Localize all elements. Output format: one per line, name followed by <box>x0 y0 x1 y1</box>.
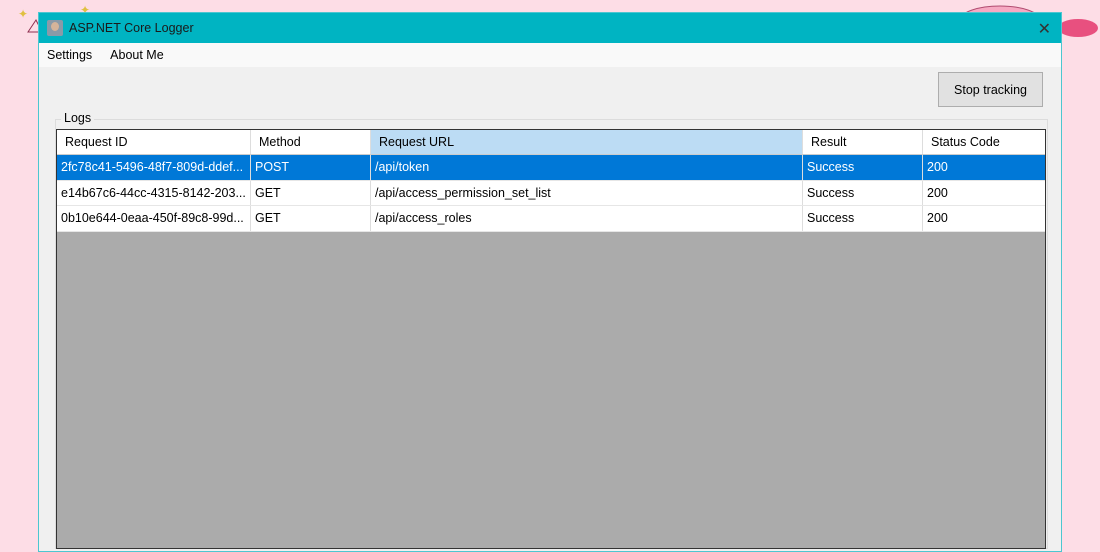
stop-tracking-button[interactable]: Stop tracking <box>938 72 1043 107</box>
menu-settings[interactable]: Settings <box>47 48 92 62</box>
cell-method: POST <box>251 155 371 180</box>
svg-text:✦: ✦ <box>18 7 28 21</box>
cell-result: Success <box>803 206 923 231</box>
cell-method: GET <box>251 180 371 205</box>
app-window: ASP.NET Core Logger ✕ Settings About Me … <box>38 12 1062 552</box>
cell-status-code: 200 <box>927 160 948 175</box>
column-header-result[interactable]: Result <box>803 130 923 154</box>
cell-method: GET <box>251 206 371 231</box>
logs-table[interactable]: Request ID Method Request URL Result Sta… <box>56 129 1046 549</box>
column-header-method[interactable]: Method <box>251 130 371 154</box>
column-header-request-url[interactable]: Request URL <box>371 130 803 154</box>
window-title: ASP.NET Core Logger <box>69 21 194 35</box>
cell-status-code: 200 <box>927 185 948 200</box>
cell-request-id: 2fc78c41-5496-48f7-809d-ddef... <box>57 155 251 180</box>
title-bar: ASP.NET Core Logger ✕ <box>39 13 1061 43</box>
column-header-status-code[interactable]: Status Code <box>923 130 1045 154</box>
table-row[interactable]: 0b10e644-0eaa-450f-89c8-99d... GET /api/… <box>57 206 1045 232</box>
table-row[interactable]: e14b67c6-44cc-4315-8142-203... GET /api/… <box>57 180 1045 206</box>
cell-status-code: 200 <box>927 211 948 226</box>
column-header-request-id[interactable]: Request ID <box>57 130 251 154</box>
app-avatar-icon <box>47 20 63 36</box>
cell-request-id: 0b10e644-0eaa-450f-89c8-99d... <box>57 206 251 231</box>
logs-group-label: Logs <box>61 111 95 125</box>
menu-about-me[interactable]: About Me <box>110 48 164 62</box>
cell-request-url: /api/access_permission_set_list <box>371 180 803 205</box>
table-row[interactable]: 2fc78c41-5496-48f7-809d-ddef... POST /ap… <box>57 155 1045 181</box>
cell-result: Success <box>803 155 923 180</box>
cell-result: Success <box>803 180 923 205</box>
menu-bar: Settings About Me <box>39 43 1061 67</box>
cell-request-url: /api/access_roles <box>371 206 803 231</box>
cell-request-id: e14b67c6-44cc-4315-8142-203... <box>57 180 251 205</box>
close-icon[interactable]: ✕ <box>1038 19 1051 39</box>
cell-request-url: /api/token <box>371 155 803 180</box>
table-header: Request ID Method Request URL Result Sta… <box>57 130 1045 155</box>
